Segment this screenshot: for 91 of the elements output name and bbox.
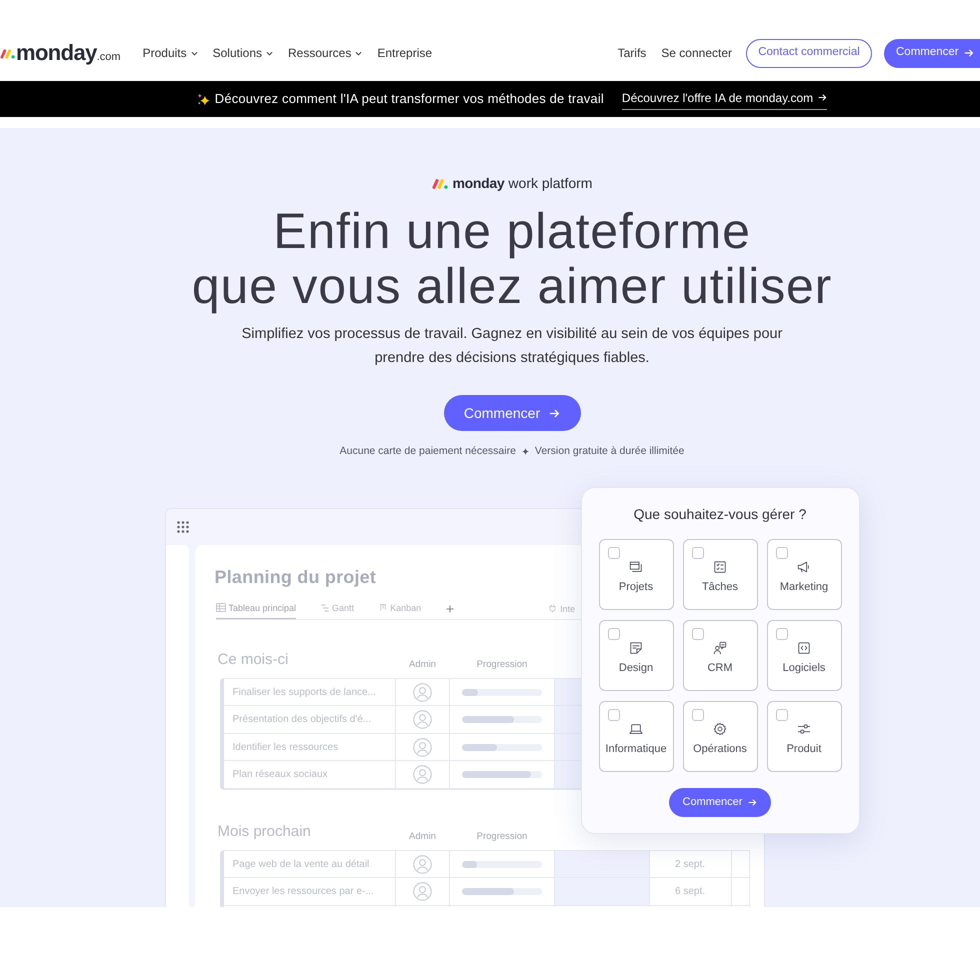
laptop-icon — [629, 722, 643, 736]
nav-menu-item[interactable]: Ressources — [288, 44, 362, 62]
checkbox[interactable] — [776, 546, 788, 559]
arrow-right-icon — [549, 408, 560, 418]
logo-wordmark[interactable]: monday.com — [16, 42, 121, 64]
option-tile[interactable]: Marketing — [766, 538, 842, 610]
logo-mark-icon — [0, 48, 15, 58]
option-tile[interactable]: Informatique — [598, 700, 674, 772]
plus-icon[interactable] — [446, 604, 454, 613]
get-started-button[interactable]: Commencer — [884, 38, 980, 68]
option-tile[interactable]: Opérations — [682, 700, 758, 772]
option-tile[interactable]: Tâches — [682, 538, 758, 610]
group-title: Mois prochain — [218, 822, 311, 840]
checkbox[interactable] — [692, 708, 704, 721]
person-avatar-icon — [412, 738, 432, 756]
get-started-button[interactable]: Commencer — [669, 788, 771, 817]
task-name-cell: Page web de la vente au détail — [224, 850, 396, 878]
arrow-right-icon — [748, 798, 758, 807]
arrow-right-icon — [818, 93, 828, 102]
checklist-icon — [713, 560, 727, 574]
grid-dots-icon — [176, 520, 188, 533]
column-header: Progression — [476, 658, 528, 671]
person-avatar-icon — [412, 682, 432, 702]
person-avatar-icon — [412, 765, 432, 784]
option-tile[interactable]: CRM — [682, 620, 758, 691]
nav-menu-item[interactable]: Produits — [142, 44, 198, 62]
nav-link[interactable]: Tarifs — [618, 44, 646, 62]
option-label: Produit — [786, 742, 822, 756]
hero-subtitle: Simplifiez vos processus de travail. Gagnez en visibilité au sein de vos équipes pour prendre des décisions stratégiques fiables. — [242, 325, 782, 368]
gear-icon — [713, 722, 727, 736]
checkbox[interactable] — [776, 708, 788, 721]
person-avatar-icon — [412, 710, 432, 729]
option-label: Informatique — [605, 742, 667, 756]
stacked-windows-icon — [629, 560, 643, 574]
task-name-cell: Plan réseaux sociaux — [224, 761, 396, 788]
board-title: Planning du projet — [214, 566, 376, 588]
plug-icon — [548, 604, 558, 614]
checkbox[interactable] — [608, 546, 620, 559]
sparkle-icon — [196, 92, 210, 106]
note-text: Aucune carte de paiement nécessaire — [340, 444, 516, 459]
note-text: Version gratuite à durée illimitée — [534, 444, 684, 459]
announcement-link[interactable]: Découvrez l'offre IA de monday.com — [622, 88, 828, 110]
option-label: Opérations — [693, 742, 747, 756]
date-cell: 6 sept. — [650, 878, 732, 905]
sticky-note-icon — [629, 640, 643, 655]
checkbox[interactable] — [608, 708, 620, 721]
get-started-button[interactable]: Commencer — [444, 395, 580, 431]
timeline-bars-icon — [321, 604, 330, 612]
person-avatar-icon — [412, 854, 432, 874]
nav-link[interactable]: Se connecter — [661, 44, 732, 62]
option-label: Marketing — [780, 580, 828, 594]
option-label: Logiciels — [782, 660, 826, 675]
task-name-cell: Envoyer les ressources par e-... — [224, 878, 396, 905]
option-tile[interactable]: Projets — [598, 538, 674, 610]
task-name-cell: Finaliser les supports de lance... — [224, 678, 396, 706]
option-tile[interactable]: Logiciels — [766, 620, 842, 691]
option-tile[interactable]: Design — [598, 620, 674, 691]
product-name: work platform — [508, 174, 592, 193]
column-header: Admin — [409, 830, 436, 843]
arrow-right-icon — [964, 48, 974, 58]
person-avatar-icon — [412, 882, 432, 901]
columns-icon — [379, 604, 388, 612]
contact-sales-button[interactable]: Contact commercial — [746, 38, 872, 68]
option-tile[interactable]: Produit — [766, 700, 842, 772]
code-icon — [797, 640, 811, 655]
task-name-cell: Présentation des objectifs d'é... — [224, 706, 396, 733]
hero-heading: Enfin une plateforme que vous allez aimer utiliser — [192, 204, 832, 314]
date-cell: 2 sept. — [650, 850, 732, 878]
column-header: Admin — [409, 658, 436, 671]
logo-mark-icon — [432, 178, 448, 188]
table-icon — [216, 603, 226, 612]
checkbox[interactable] — [776, 628, 788, 640]
option-label: Design — [618, 660, 654, 675]
column-header: Progression — [476, 830, 528, 843]
picker-title: Que souhaitez-vous gérer ? — [634, 504, 806, 523]
option-label: Tâches — [702, 580, 738, 594]
brand-wordmark: monday — [452, 174, 504, 193]
nav-menu-item[interactable]: Solutions — [212, 44, 273, 62]
option-label: Projets — [618, 580, 654, 594]
group-title: Ce mois-ci — [218, 650, 288, 668]
nav-menu-item[interactable]: Entreprise — [377, 44, 432, 62]
option-label: CRM — [707, 660, 733, 675]
people-chat-icon — [713, 640, 727, 655]
sparkle-icon — [522, 448, 529, 456]
announcement-text: Découvrez comment l'IA peut transformer vos méthodes de travail — [214, 90, 604, 108]
checkbox[interactable] — [608, 628, 620, 640]
sliders-icon — [797, 722, 811, 736]
task-name-cell: Identifier les ressources — [224, 734, 396, 760]
megaphone-icon — [797, 560, 811, 574]
checkbox[interactable] — [692, 628, 704, 640]
checkbox[interactable] — [692, 546, 704, 559]
